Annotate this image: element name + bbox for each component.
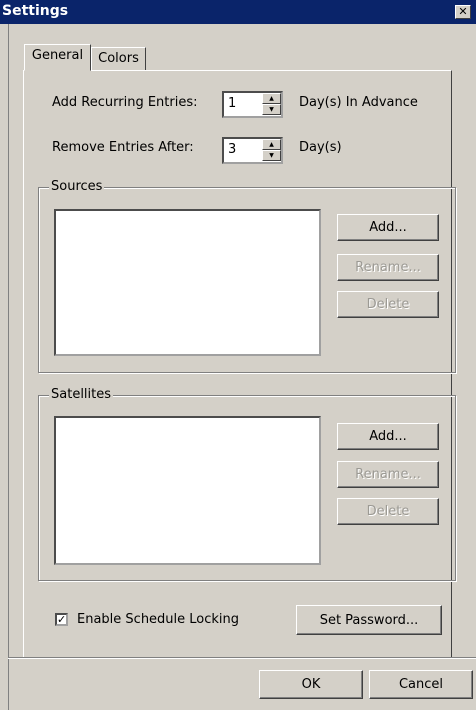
satellites-delete-button[interactable]: Delete [337,498,439,525]
cancel-button[interactable]: Cancel [369,670,473,699]
remove-days-value[interactable]: 3 [228,142,236,157]
satellites-add-button[interactable]: Add... [337,423,439,450]
recurring-entries-label: Add Recurring Entries: [52,95,198,110]
window-title: Settings [2,3,69,19]
settings-dialog: Settings ✕ General Colors Add Recurring … [0,0,476,710]
sources-delete-button[interactable]: Delete [337,291,439,318]
tab-general[interactable]: General [24,44,91,71]
satellites-rename-button[interactable]: Rename... [337,461,439,488]
remove-suffix-label: Day(s) [299,140,342,155]
spin-down-icon[interactable]: ▼ [262,150,281,161]
remove-entries-label: Remove Entries After: [52,140,194,155]
spin-up-icon[interactable]: ▲ [262,139,281,150]
spin-down-icon[interactable]: ▼ [262,104,281,115]
recurring-days-value[interactable]: 1 [228,96,236,111]
enable-locking-checkbox[interactable]: ✓ [55,613,68,626]
enable-locking-label[interactable]: Enable Schedule Locking [77,612,239,627]
satellites-group-title: Satellites [49,387,114,402]
footer-separator [8,657,476,659]
sources-rename-button[interactable]: Rename... [337,254,439,281]
window-left-edge [8,24,9,710]
remove-days-spinner[interactable]: 3 ▲ ▼ [222,137,283,164]
ok-button[interactable]: OK [259,670,363,699]
title-bar[interactable]: Settings ✕ [0,0,476,24]
set-password-button[interactable]: Set Password... [296,605,442,635]
recurring-suffix-label: Day(s) In Advance [299,95,418,110]
close-icon[interactable]: ✕ [455,5,471,19]
recurring-days-spinner[interactable]: 1 ▲ ▼ [222,91,283,118]
sources-add-button[interactable]: Add... [337,214,439,241]
satellites-list[interactable] [54,416,321,565]
sources-group-title: Sources [49,179,105,194]
tab-colors[interactable]: Colors [91,47,146,71]
spin-up-icon[interactable]: ▲ [262,93,281,104]
sources-list[interactable] [54,209,321,356]
